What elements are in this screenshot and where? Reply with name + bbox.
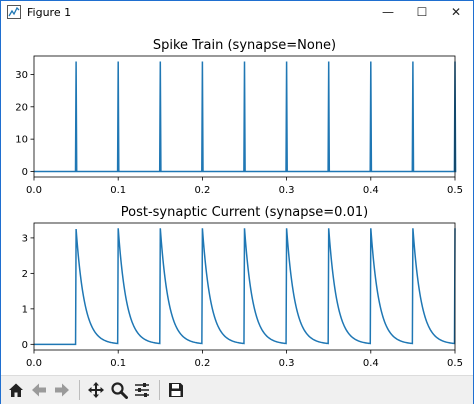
x-tick-label: 0.5 — [447, 358, 463, 369]
x-tick-label: 0.5 — [447, 185, 463, 196]
series-line — [34, 61, 457, 173]
series-line — [34, 228, 456, 346]
toolbar-separator — [159, 380, 160, 400]
configure-subplots-icon — [135, 383, 149, 397]
navigation-toolbar — [1, 375, 473, 404]
axes-title: Post-synaptic Current (synapse=0.01) — [121, 205, 368, 220]
y-tick-label: 30 — [15, 70, 28, 81]
figure-canvas[interactable]: Spike Train (synapse=None) 0.0 0.1 0.2 0.3 0.… — [1, 23, 473, 375]
y-tick-label: 20 — [15, 102, 28, 113]
x-tick-label: 0.4 — [363, 185, 379, 196]
window-title: Figure 1 — [27, 5, 72, 19]
x-tick-label: 0.3 — [279, 358, 295, 369]
back-button[interactable] — [28, 379, 50, 401]
back-icon — [32, 383, 46, 397]
y-tick-label: 10 — [15, 135, 28, 146]
forward-icon — [55, 383, 69, 397]
y-tick-label: 2 — [22, 269, 28, 280]
x-tick-label: 0.1 — [110, 185, 126, 196]
pan-button[interactable] — [85, 379, 107, 401]
maximize-button[interactable]: ☐ — [405, 1, 439, 23]
title-bar[interactable]: Figure 1 — ☐ ✕ — [1, 1, 473, 23]
configure-subplots-button[interactable] — [131, 379, 153, 401]
x-tick-label: 0.2 — [194, 358, 210, 369]
x-tick-label: 0.4 — [363, 358, 379, 369]
axes-title: Spike Train (synapse=None) — [153, 38, 336, 53]
y-tick-label: 0 — [22, 340, 28, 351]
x-tick-label: 0.3 — [279, 185, 295, 196]
save-icon — [169, 383, 183, 397]
forward-button[interactable] — [51, 379, 73, 401]
zoom-icon — [111, 382, 128, 399]
x-tick-label: 0.0 — [26, 358, 42, 369]
save-button[interactable] — [165, 379, 187, 401]
close-button[interactable]: ✕ — [439, 1, 473, 23]
x-tick-label: 0.0 — [26, 185, 42, 196]
x-tick-label: 0.1 — [110, 358, 126, 369]
y-tick-label: 3 — [22, 233, 28, 244]
toolbar-separator — [79, 380, 80, 400]
figure-window: Figure 1 — ☐ ✕ Spike Train (synapse=None… — [0, 0, 474, 404]
spike-train-axes[interactable]: Spike Train (synapse=None) 0.0 0.1 0.2 0.3 0.… — [15, 38, 463, 196]
y-tick-label: 1 — [22, 304, 28, 315]
home-icon — [9, 383, 23, 397]
y-tick-label: 0 — [22, 167, 28, 178]
zoom-button[interactable] — [108, 379, 130, 401]
psc-axes[interactable]: Post-synaptic Current (synapse=0.01) 0.0 0… — [22, 205, 463, 369]
window-controls: — ☐ ✕ — [371, 1, 473, 23]
minimize-button[interactable]: — — [371, 1, 405, 23]
matplotlib-app-icon — [7, 5, 21, 19]
pan-icon — [88, 382, 104, 398]
figure-svg: Spike Train (synapse=None) 0.0 0.1 0.2 0.3 0.… — [15, 38, 463, 369]
home-button[interactable] — [5, 379, 27, 401]
x-tick-label: 0.2 — [194, 185, 210, 196]
